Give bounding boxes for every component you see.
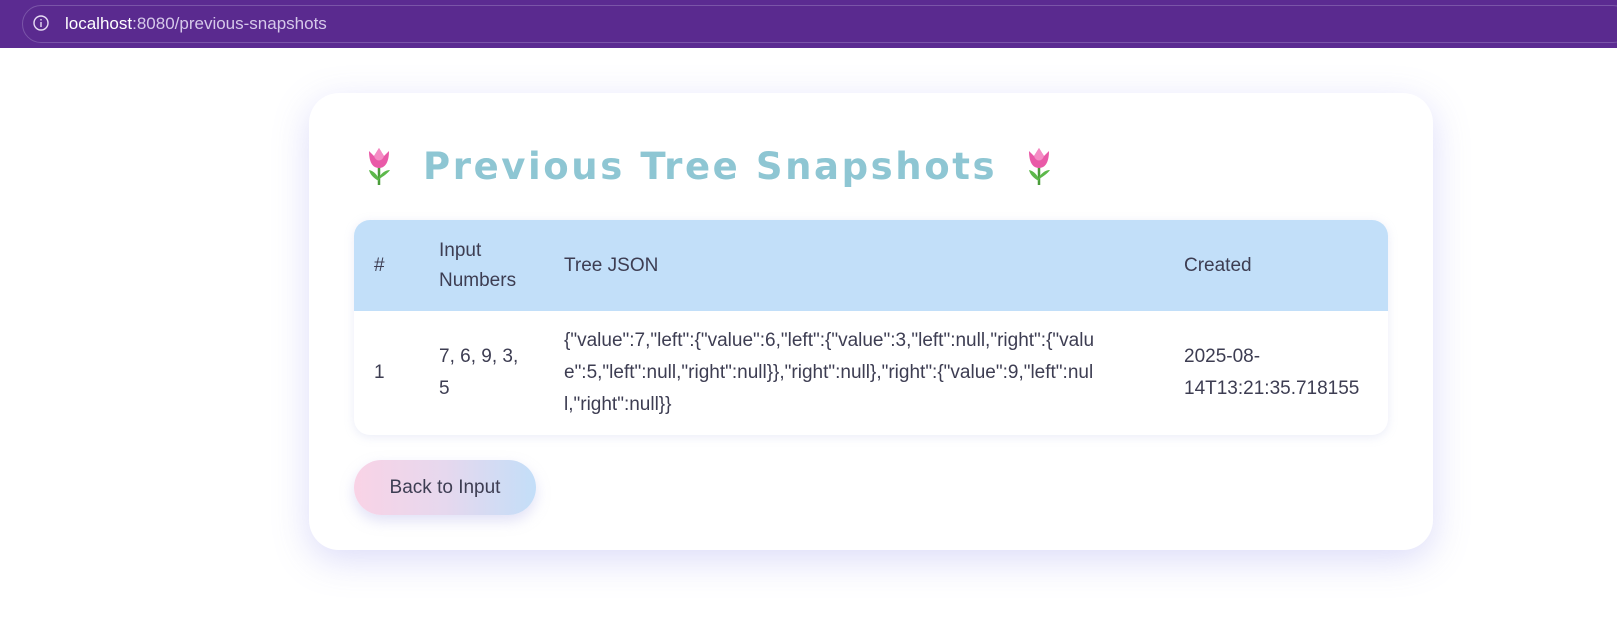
table-row: 1 7, 6, 9, 3, 5 {"value":7,"left":{"valu… bbox=[354, 311, 1388, 435]
page-title: Previous Tree Snapshots bbox=[423, 144, 998, 188]
header-input-numbers: Input Numbers bbox=[439, 239, 517, 291]
browser-address-bar: localhost:8080/previous-snapshots bbox=[0, 0, 1617, 48]
snapshots-table: # Input Numbers Tree JSON Created 1 7, 6… bbox=[354, 220, 1388, 435]
table-header-row: # Input Numbers Tree JSON Created bbox=[354, 220, 1388, 311]
tulip-icon bbox=[369, 148, 390, 185]
back-to-input-button[interactable]: Back to Input bbox=[354, 460, 536, 515]
url-path: :8080/previous-snapshots bbox=[132, 14, 327, 33]
snapshots-card: Previous Tree Snapshots # Input Numbers … bbox=[309, 93, 1433, 550]
cell-tree-json: {"value":7,"left":{"value":6,"left":{"va… bbox=[564, 330, 1095, 415]
tulip-icon bbox=[1029, 148, 1051, 185]
url-host: localhost bbox=[65, 14, 133, 33]
header-tree-json: Tree JSON bbox=[564, 254, 659, 276]
info-icon[interactable] bbox=[33, 15, 49, 31]
header-created: Created bbox=[1184, 254, 1252, 276]
header-num: # bbox=[374, 254, 385, 276]
title-row: Previous Tree Snapshots bbox=[363, 141, 1055, 191]
cell-input-numbers: 7, 6, 9, 3, 5 bbox=[439, 346, 519, 399]
url-field[interactable]: localhost:8080/previous-snapshots bbox=[22, 5, 1617, 43]
cell-created: 2025-08-14T13:21:35.718155 bbox=[1184, 346, 1360, 399]
url-text: localhost:8080/previous-snapshots bbox=[65, 14, 327, 34]
cell-num: 1 bbox=[374, 362, 385, 383]
